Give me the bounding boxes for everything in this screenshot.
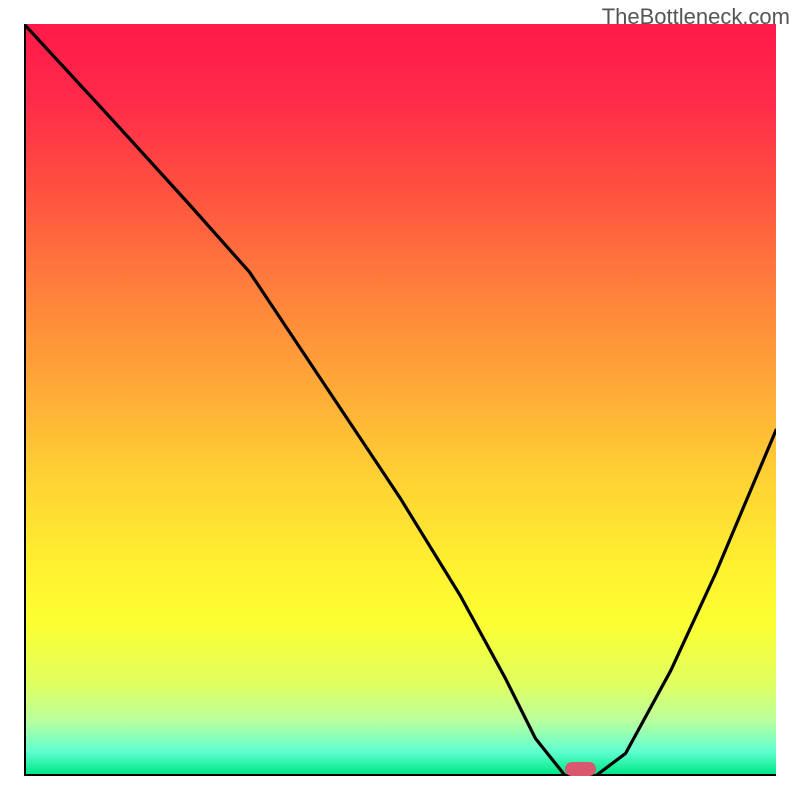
watermark-text: TheBottleneck.com bbox=[602, 4, 790, 30]
optimum-marker bbox=[565, 762, 595, 776]
plot-area bbox=[24, 24, 776, 776]
chart-container: TheBottleneck.com bbox=[0, 0, 800, 800]
